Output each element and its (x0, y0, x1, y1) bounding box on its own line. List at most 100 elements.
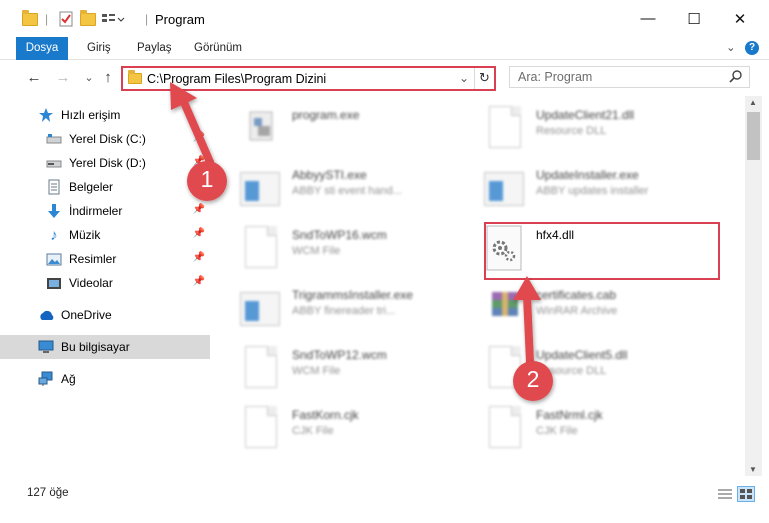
highlight-box (484, 222, 720, 280)
file-name: SndToWP16.wcm (292, 228, 387, 242)
tab-view[interactable]: Görünüm (194, 37, 242, 60)
recent-locations-button[interactable]: ⌄ (80, 68, 98, 86)
scroll-up-icon[interactable]: ▲ (749, 98, 757, 107)
file-description: CJK File (536, 425, 578, 437)
forward-button[interactable]: → (54, 68, 72, 86)
folder-icon (22, 9, 38, 28)
exe-icon (484, 166, 526, 210)
search-placeholder: Ara: Program (518, 70, 593, 84)
file-description: WCM File (292, 245, 341, 257)
scroll-down-icon[interactable]: ▼ (749, 465, 757, 474)
file-tile[interactable]: program.exe (220, 100, 460, 156)
tab-file[interactable]: Dosya (16, 37, 68, 60)
properties-icon[interactable] (58, 10, 74, 28)
step-1-label: 1 (200, 166, 214, 192)
file-tile[interactable]: AbbyySTI.exe ABBY sti event hand... (220, 160, 460, 216)
file-name: FastKorn.cjk (292, 408, 359, 422)
pin-icon[interactable]: 📌 (193, 228, 205, 239)
sidebar-item-onedrive[interactable]: OneDrive (0, 303, 210, 327)
dll-icon (484, 106, 526, 150)
file-tile[interactable]: FastNrml.cjk CJK File (464, 400, 704, 456)
sidebar-item-music[interactable]: ♪ Müzik 📌 (0, 223, 210, 247)
customize-toolbar-icon[interactable] (101, 10, 125, 28)
sidebar-item-label: Bu bilgisayar (61, 340, 130, 354)
folder-icon (128, 70, 142, 84)
sidebar-item-quick-access[interactable]: Hızlı erişim (0, 103, 210, 127)
file-tile[interactable]: FastKorn.cjk CJK File (220, 400, 460, 456)
file-icon (240, 346, 282, 390)
ribbon-expand-icon[interactable]: ⌄ (726, 37, 736, 60)
documents-icon (46, 179, 62, 195)
video-icon (46, 275, 62, 291)
new-folder-icon[interactable] (80, 9, 96, 28)
file-name: FastNrml.cjk (536, 408, 603, 422)
file-icon (240, 226, 282, 270)
file-tile[interactable]: UpdateClient21.dll Resource DLL (464, 100, 704, 156)
archive-icon (484, 286, 526, 330)
ribbon: Dosya Giriş Paylaş Görünüm ⌄ ? (0, 37, 769, 60)
status-bar: 127 öğe (0, 478, 769, 513)
file-name: certificates.cab (536, 288, 617, 302)
step-2-label: 2 (526, 366, 540, 392)
tab-home[interactable]: Giriş (87, 37, 111, 60)
file-name: UpdateClient21.dll (536, 108, 635, 122)
pin-icon[interactable]: 📌 (193, 204, 205, 215)
refresh-button[interactable]: ↻ (474, 68, 494, 89)
up-button[interactable]: ↑ (99, 68, 117, 86)
file-tile[interactable]: certificates.cab WinRAR Archive (464, 280, 704, 336)
sidebar-item-videos[interactable]: Videolar 📌 (0, 271, 210, 295)
pin-icon[interactable]: 📌 (193, 252, 205, 263)
file-name: UpdateInstaller.exe (536, 168, 639, 182)
cloud-icon (38, 307, 54, 323)
maximize-button[interactable]: ☐ (671, 0, 717, 37)
sidebar-item-label: Videolar (69, 276, 113, 290)
sidebar-item-label: Ağ (61, 372, 76, 386)
file-name: AbbyySTI.exe (292, 168, 367, 182)
file-description: Resource DLL (536, 125, 607, 137)
address-bar[interactable]: C:\Program Files\Program Dizini ⌄ ↻ (121, 66, 496, 91)
help-icon[interactable]: ? (745, 41, 759, 55)
tab-share[interactable]: Paylaş (137, 37, 172, 60)
pin-icon[interactable]: 📌 (193, 132, 205, 143)
drive-icon (46, 131, 62, 147)
file-name: TrigrammsInstaller.exe (292, 288, 413, 302)
back-button[interactable]: ← (25, 68, 43, 86)
file-tile[interactable]: SndToWP12.wcm WCM File (220, 340, 460, 396)
sidebar-item-network[interactable]: Ağ (0, 367, 210, 391)
separator: | (45, 12, 49, 26)
file-tile[interactable]: SndToWP16.wcm WCM File (220, 220, 460, 276)
minimize-button[interactable]: — (625, 0, 671, 37)
sidebar-item-pictures[interactable]: Resimler 📌 (0, 247, 210, 271)
file-name: SndToWP12.wcm (292, 348, 387, 362)
exe-icon (240, 286, 282, 330)
window-title: Program (155, 12, 205, 27)
sidebar-item-local-disk-d[interactable]: Yerel Disk (D:) 📌 (0, 151, 210, 175)
sidebar-item-local-disk-c[interactable]: Yerel Disk (C:) 📌 (0, 127, 210, 151)
tiles-view-icon[interactable] (737, 486, 755, 502)
file-description: ABBY sti event hand... (292, 185, 402, 197)
vertical-scrollbar[interactable]: ▲ ▼ (745, 96, 762, 476)
address-dropdown-icon[interactable]: ⌄ (459, 71, 469, 85)
sidebar-item-documents[interactable]: Belgeler 📌 (0, 175, 210, 199)
search-input[interactable]: Ara: Program (509, 66, 750, 88)
drive-icon (46, 155, 62, 171)
details-view-icon[interactable] (717, 487, 733, 504)
file-name: UpdateClient5.dll (536, 348, 628, 362)
navigation-bar: ← → ⌄ ↑ C:\Program Files\Program Dizini … (0, 60, 769, 96)
sidebar-item-label: Resimler (69, 252, 117, 266)
sidebar-item-label: İndirmeler (69, 204, 123, 218)
pin-icon[interactable]: 📌 (193, 276, 205, 287)
address-path: C:\Program Files\Program Dizini (147, 72, 327, 86)
sidebar-item-this-pc[interactable]: Bu bilgisayar (0, 335, 210, 359)
scrollbar-thumb[interactable] (747, 112, 760, 160)
sidebar-item-downloads[interactable]: İndirmeler 📌 (0, 199, 210, 223)
sidebar-item-label: Hızlı erişim (61, 108, 121, 122)
file-icon (484, 406, 526, 450)
file-tile[interactable]: UpdateClient5.dll Resource DLL (464, 340, 704, 396)
file-tile[interactable]: TrigrammsInstaller.exe ABBY finereader t… (220, 280, 460, 336)
file-tile[interactable]: UpdateInstaller.exe ABBY updates install… (464, 160, 704, 216)
file-description: ABBY updates installer (536, 185, 649, 197)
sidebar-item-label: Belgeler (69, 180, 114, 194)
file-description: WinRAR Archive (536, 305, 618, 317)
close-button[interactable]: ✕ (717, 0, 763, 37)
